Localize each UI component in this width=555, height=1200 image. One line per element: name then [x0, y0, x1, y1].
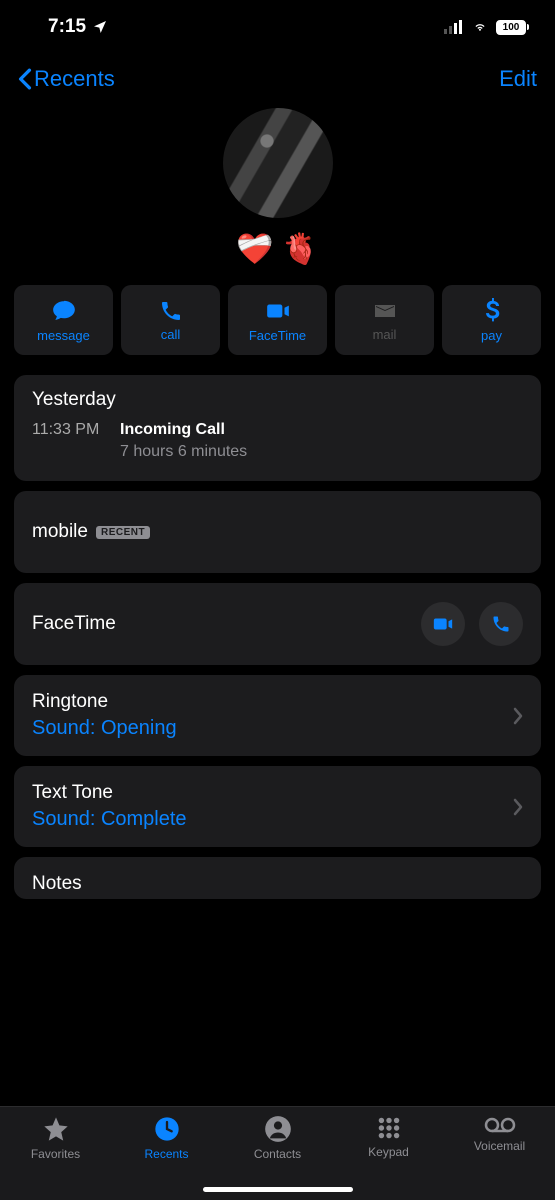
action-row: message call FaceTime mail pay [0, 267, 555, 365]
voicemail-icon [483, 1115, 517, 1135]
status-bar: 7:15 100 [0, 0, 555, 54]
message-icon [51, 298, 77, 324]
tab-label: Recents [144, 1147, 188, 1161]
call-type: Incoming Call [120, 421, 225, 439]
home-indicator[interactable] [203, 1187, 353, 1192]
mail-icon [373, 299, 397, 323]
person-icon [264, 1115, 292, 1143]
phone-icon [159, 299, 183, 323]
back-label: Recents [34, 66, 115, 92]
texttone-card[interactable]: Text Tone Sound: Complete [14, 766, 541, 847]
call-button[interactable]: call [121, 285, 220, 355]
facetime-label: FaceTime [249, 328, 306, 343]
ringtone-card[interactable]: Ringtone Sound: Opening [14, 675, 541, 756]
facetime-button[interactable]: FaceTime [228, 285, 327, 355]
contact-name: ❤️‍🩹 🫀 [236, 232, 319, 267]
status-time: 7:15 [48, 16, 86, 38]
video-icon [432, 613, 454, 635]
tab-voicemail[interactable]: Voicemail [444, 1115, 555, 1153]
tab-label: Contacts [254, 1147, 301, 1161]
battery-icon: 100 [496, 20, 529, 35]
chevron-right-icon [513, 798, 523, 816]
mobile-label: mobile [32, 521, 88, 543]
video-icon [265, 298, 291, 324]
facetime-card: FaceTime [14, 583, 541, 665]
phone-icon [491, 614, 511, 634]
emoji-anatomical-heart: 🫀 [282, 232, 319, 267]
call-log-card[interactable]: Yesterday 11:33 PM Incoming Call 7 hours… [14, 375, 541, 481]
tab-contacts[interactable]: Contacts [222, 1115, 333, 1161]
tab-favorites[interactable]: Favorites [0, 1115, 111, 1161]
location-icon [92, 19, 108, 35]
ringtone-title: Ringtone [32, 691, 177, 713]
pay-button[interactable]: pay [442, 285, 541, 355]
mail-button: mail [335, 285, 434, 355]
message-button[interactable]: message [14, 285, 113, 355]
chevron-right-icon [513, 707, 523, 725]
cellular-icon [444, 20, 464, 34]
call-time: 11:33 PM [32, 421, 108, 439]
tab-bar: Favorites Recents Contacts Keypad Voicem… [0, 1106, 555, 1200]
tab-label: Keypad [368, 1145, 409, 1159]
star-icon [41, 1115, 71, 1143]
facetime-card-label: FaceTime [32, 613, 116, 635]
notes-title: Notes [32, 873, 523, 895]
facetime-audio-button[interactable] [479, 602, 523, 646]
call-duration: 7 hours 6 minutes [120, 443, 523, 461]
dollar-icon [484, 298, 500, 324]
keypad-icon [376, 1115, 402, 1141]
ringtone-value: Sound: Opening [32, 717, 177, 740]
tab-label: Favorites [31, 1147, 80, 1161]
tab-keypad[interactable]: Keypad [333, 1115, 444, 1159]
contact-header: ❤️‍🩹 🫀 [0, 108, 555, 267]
mobile-card[interactable]: mobile RECENT [14, 491, 541, 573]
chevron-left-icon [18, 68, 32, 90]
pay-label: pay [481, 328, 502, 343]
emoji-mending-heart: ❤️‍🩹 [236, 232, 273, 267]
call-label: call [161, 327, 181, 342]
nav-bar: Recents Edit [0, 54, 555, 104]
avatar[interactable] [223, 108, 333, 218]
call-day: Yesterday [32, 389, 523, 411]
notes-card[interactable]: Notes [14, 857, 541, 899]
clock-icon [153, 1115, 181, 1143]
battery-level: 100 [496, 20, 526, 35]
mail-label: mail [373, 327, 397, 342]
tab-label: Voicemail [474, 1139, 525, 1153]
tab-recents[interactable]: Recents [111, 1115, 222, 1161]
wifi-icon [470, 20, 490, 34]
recent-badge: RECENT [96, 526, 150, 539]
texttone-value: Sound: Complete [32, 808, 187, 831]
back-button[interactable]: Recents [18, 66, 115, 92]
texttone-title: Text Tone [32, 782, 187, 804]
edit-button[interactable]: Edit [499, 66, 537, 92]
facetime-video-button[interactable] [421, 602, 465, 646]
message-label: message [37, 328, 90, 343]
